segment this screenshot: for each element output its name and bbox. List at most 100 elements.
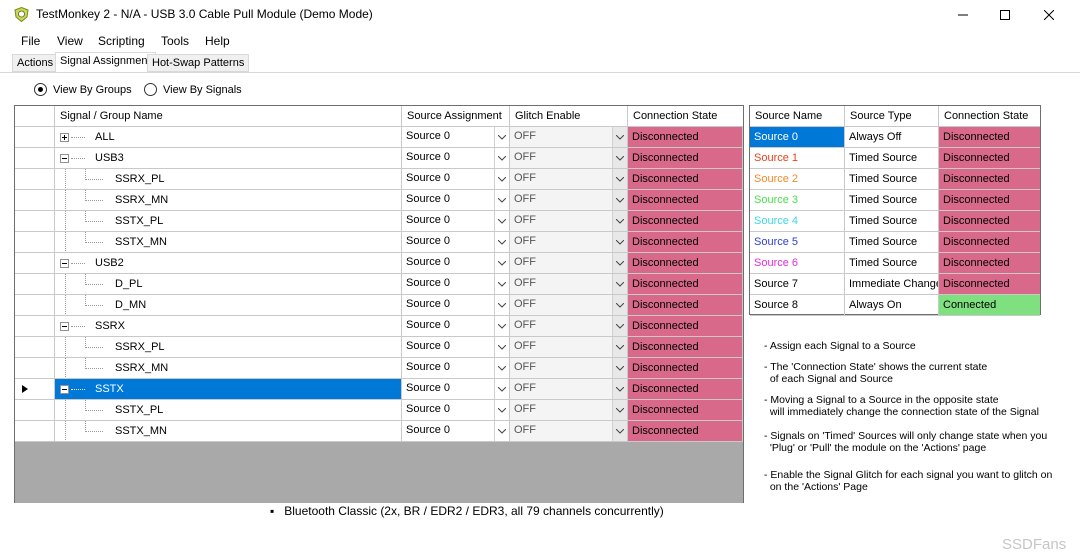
signal-name-cell[interactable]: SSRX_MN [55, 358, 402, 379]
glitch-enable-dropdown[interactable]: OFF [510, 127, 628, 148]
chevron-down-icon[interactable] [494, 421, 509, 441]
collapse-minus-icon[interactable] [60, 385, 69, 394]
chevron-down-icon[interactable] [494, 295, 509, 315]
col-header-connection-state[interactable]: Connection State [628, 106, 743, 127]
source-assignment-dropdown[interactable]: Source 0 [402, 274, 510, 295]
table-row[interactable]: Source 3 Timed Source Disconnected [750, 190, 1040, 211]
signal-name-cell[interactable]: SSTX_PL [55, 400, 402, 421]
table-row[interactable]: SSRX_PL Source 0 OFF Disconnected [15, 337, 743, 358]
row-header[interactable] [15, 358, 55, 379]
signal-name-cell[interactable]: USB3 [55, 148, 402, 169]
source-assignment-dropdown[interactable]: Source 0 [402, 253, 510, 274]
chevron-down-icon[interactable] [612, 316, 627, 336]
signal-name-cell[interactable]: ALL [55, 127, 402, 148]
row-header[interactable] [15, 148, 55, 169]
table-row[interactable]: Source 4 Timed Source Disconnected [750, 211, 1040, 232]
chevron-down-icon[interactable] [612, 127, 627, 147]
source-assignment-dropdown[interactable]: Source 0 [402, 148, 510, 169]
table-row[interactable]: SSRX_PL Source 0 OFF Disconnected [15, 169, 743, 190]
table-row[interactable]: SSTX_MN Source 0 OFF Disconnected [15, 232, 743, 253]
table-row[interactable]: Source 5 Timed Source Disconnected [750, 232, 1040, 253]
col-header-source-type[interactable]: Source Type [845, 106, 939, 127]
chevron-down-icon[interactable] [494, 337, 509, 357]
table-row[interactable]: SSTX_PL Source 0 OFF Disconnected [15, 211, 743, 232]
table-row[interactable]: SSRX_MN Source 0 OFF Disconnected [15, 358, 743, 379]
minimize-button[interactable] [940, 0, 986, 30]
source-assignment-dropdown[interactable]: Source 0 [402, 337, 510, 358]
source-name-cell[interactable]: Source 1 [750, 148, 845, 169]
chevron-down-icon[interactable] [612, 169, 627, 189]
table-row[interactable]: SSTX_PL Source 0 OFF Disconnected [15, 400, 743, 421]
collapse-minus-icon[interactable] [60, 322, 69, 331]
glitch-enable-dropdown[interactable]: OFF [510, 274, 628, 295]
source-assignment-dropdown[interactable]: Source 0 [402, 190, 510, 211]
source-assignment-dropdown[interactable]: Source 0 [402, 169, 510, 190]
source-assignment-dropdown[interactable]: Source 0 [402, 295, 510, 316]
signal-name-cell[interactable]: SSTX_MN [55, 232, 402, 253]
view-by-signals-radio[interactable]: View By Signals [144, 83, 242, 96]
table-row[interactable]: SSRX_MN Source 0 OFF Disconnected [15, 190, 743, 211]
menu-view[interactable]: View [57, 34, 83, 48]
glitch-enable-dropdown[interactable]: OFF [510, 337, 628, 358]
signal-name-cell[interactable]: SSRX [55, 316, 402, 337]
glitch-enable-dropdown[interactable]: OFF [510, 358, 628, 379]
chevron-down-icon[interactable] [494, 169, 509, 189]
chevron-down-icon[interactable] [612, 295, 627, 315]
row-header[interactable] [15, 337, 55, 358]
collapse-minus-icon[interactable] [60, 259, 69, 268]
view-by-groups-radio[interactable]: View By Groups [34, 83, 132, 96]
col-header-source-assignment[interactable]: Source Assignment [402, 106, 510, 127]
glitch-enable-dropdown[interactable]: OFF [510, 169, 628, 190]
chevron-down-icon[interactable] [494, 232, 509, 252]
source-name-cell[interactable]: Source 4 [750, 211, 845, 232]
col-header-source-name[interactable]: Source Name [750, 106, 845, 127]
chevron-down-icon[interactable] [612, 274, 627, 294]
source-assignment-dropdown[interactable]: Source 0 [402, 316, 510, 337]
glitch-enable-dropdown[interactable]: OFF [510, 379, 628, 400]
table-row[interactable]: Source 2 Timed Source Disconnected [750, 169, 1040, 190]
chevron-down-icon[interactable] [494, 274, 509, 294]
chevron-down-icon[interactable] [612, 379, 627, 399]
signal-name-cell[interactable]: SSRX_PL [55, 337, 402, 358]
source-name-cell[interactable]: Source 3 [750, 190, 845, 211]
glitch-enable-dropdown[interactable]: OFF [510, 232, 628, 253]
row-header[interactable] [15, 253, 55, 274]
chevron-down-icon[interactable] [494, 379, 509, 399]
menu-file[interactable]: File [21, 34, 40, 48]
source-name-cell[interactable]: Source 5 [750, 232, 845, 253]
title-bar[interactable]: TestMonkey 2 - N/A - USB 3.0 Cable Pull … [0, 0, 1080, 30]
source-assignment-dropdown[interactable]: Source 0 [402, 421, 510, 442]
glitch-enable-dropdown[interactable]: OFF [510, 190, 628, 211]
chevron-down-icon[interactable] [494, 253, 509, 273]
row-header[interactable] [15, 421, 55, 442]
chevron-down-icon[interactable] [494, 316, 509, 336]
row-header[interactable] [15, 316, 55, 337]
chevron-down-icon[interactable] [612, 148, 627, 168]
source-name-cell[interactable]: Source 6 [750, 253, 845, 274]
signal-name-cell[interactable]: SSTX_MN [55, 421, 402, 442]
signal-name-cell[interactable]: SSRX_PL [55, 169, 402, 190]
source-assignment-dropdown[interactable]: Source 0 [402, 400, 510, 421]
table-row[interactable]: ALL Source 0 OFF Disconnected [15, 127, 743, 148]
signal-name-cell[interactable]: D_MN [55, 295, 402, 316]
chevron-down-icon[interactable] [612, 400, 627, 420]
row-header[interactable] [15, 379, 55, 400]
chevron-down-icon[interactable] [612, 337, 627, 357]
table-row[interactable]: Source 0 Always Off Disconnected [750, 127, 1040, 148]
row-header[interactable] [15, 211, 55, 232]
menu-scripting[interactable]: Scripting [98, 34, 145, 48]
row-header[interactable] [15, 400, 55, 421]
chevron-down-icon[interactable] [612, 190, 627, 210]
expand-plus-icon[interactable] [60, 133, 69, 142]
chevron-down-icon[interactable] [494, 190, 509, 210]
menu-help[interactable]: Help [205, 34, 230, 48]
row-header[interactable] [15, 169, 55, 190]
signal-name-cell[interactable]: SSRX_MN [55, 190, 402, 211]
glitch-enable-dropdown[interactable]: OFF [510, 253, 628, 274]
row-header[interactable] [15, 274, 55, 295]
source-name-cell[interactable]: Source 0 [750, 127, 845, 148]
row-header[interactable] [15, 127, 55, 148]
table-row[interactable]: SSTX_MN Source 0 OFF Disconnected [15, 421, 743, 442]
glitch-enable-dropdown[interactable]: OFF [510, 295, 628, 316]
table-row[interactable]: SSRX Source 0 OFF Disconnected [15, 316, 743, 337]
